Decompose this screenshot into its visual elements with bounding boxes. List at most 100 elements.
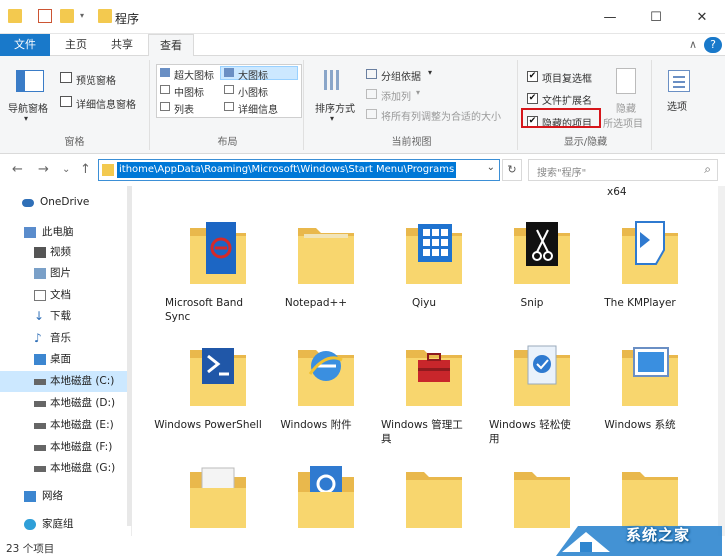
sidebar-scrollbar[interactable]: [127, 186, 132, 526]
medium-icons-option[interactable]: 中图标: [174, 84, 204, 99]
sort-by-button[interactable]: 排序方式: [315, 100, 355, 115]
extra-large-icons-icon: [160, 68, 170, 77]
address-bar[interactable]: ithome\AppData\Roaming\Microsoft\Windows…: [98, 159, 500, 181]
large-icons-icon: [224, 68, 234, 77]
sidebar-item-label: 视频: [50, 246, 71, 258]
folder-name: Windows 附件: [280, 419, 352, 431]
tab-share[interactable]: 共享: [102, 34, 142, 56]
hide-selected-items-button[interactable]: 隐藏: [616, 100, 636, 115]
item-checkboxes-checkbox[interactable]: ✔: [527, 71, 538, 82]
sidebar-item-label: 本地磁盘 (E:): [50, 419, 114, 431]
group-by-button[interactable]: 分组依据: [381, 68, 421, 83]
folder-item[interactable]: Microsoft Band Sync: [153, 198, 263, 323]
sort-by-dropdown-icon[interactable]: ▾: [330, 114, 334, 123]
group-show-hide: ✔ 项目复选框 ✔ 文件扩展名 ✔ 隐藏的项目 隐藏 所选项目 显示/隐藏: [520, 60, 652, 150]
content-scrollbar[interactable]: [718, 186, 725, 536]
add-columns-dropdown-icon[interactable]: ▾: [416, 88, 420, 97]
sidebar-item-pictures[interactable]: 图片: [0, 263, 128, 284]
watermark-text: 系统之家: [626, 526, 691, 544]
large-icons-option[interactable]: 大图标: [238, 67, 268, 82]
sidebar-item-label: 此电脑: [42, 226, 74, 238]
tab-home[interactable]: 主页: [56, 34, 96, 56]
tab-file[interactable]: 文件: [0, 34, 50, 56]
tab-view[interactable]: 查看: [148, 34, 194, 57]
group-panes: 导航窗格 ▾ 预览窗格 详细信息窗格 窗格: [0, 60, 150, 150]
sidebar-item-label: 下载: [50, 310, 71, 322]
sidebar-item-desktop[interactable]: 桌面: [0, 349, 128, 370]
folder-item[interactable]: [153, 442, 263, 536]
window-title: 程序: [115, 12, 140, 26]
customize-qa-dropdown-icon[interactable]: ▾: [80, 12, 88, 20]
navigation-pane-icon[interactable]: [16, 70, 44, 92]
file-extensions-label: 文件扩展名: [542, 96, 592, 107]
details-pane-button[interactable]: 详细信息窗格: [76, 96, 136, 111]
file-list: x64 Microsoft Band Sync Notepad++ Qiyu S…: [133, 186, 725, 536]
forward-arrow-icon[interactable]: →: [38, 162, 49, 177]
up-arrow-icon[interactable]: ↑: [80, 162, 91, 177]
recent-locations-dropdown-icon[interactable]: ⌄: [62, 164, 70, 175]
folder-item[interactable]: Notepad++: [261, 198, 371, 316]
search-placeholder: 搜索"程序": [537, 168, 587, 179]
fit-columns-button[interactable]: 将所有列调整为合适的大小: [381, 108, 501, 123]
collapse-ribbon-icon[interactable]: ∧: [684, 34, 702, 56]
folder-item[interactable]: Windows 管理工具: [369, 320, 479, 445]
details-option[interactable]: 详细信息: [238, 101, 278, 116]
file-extensions-checkbox[interactable]: ✔: [527, 93, 538, 104]
folder-icon: [298, 350, 354, 406]
search-icon[interactable]: ⌕: [704, 162, 711, 177]
folder-item[interactable]: Windows PowerShell: [153, 320, 263, 438]
properties-icon[interactable]: [38, 9, 52, 23]
preview-pane-button[interactable]: 预览窗格: [76, 72, 116, 87]
details-icon: [224, 102, 234, 111]
group-layout: 超大图标 大图标 中图标 小图标 列表 详细信息 布局: [152, 60, 304, 150]
help-icon[interactable]: ?: [704, 37, 722, 53]
back-arrow-icon[interactable]: ←: [12, 162, 23, 177]
folder-icon: [622, 221, 678, 284]
address-path-text[interactable]: ithome\AppData\Roaming\Microsoft\Windows…: [117, 162, 457, 178]
sidebar-item-label: 音乐: [50, 332, 71, 344]
folder-item[interactable]: Windows 轻松使用: [477, 320, 587, 445]
address-dropdown-icon[interactable]: ⌄: [487, 162, 495, 173]
address-folder-icon: [102, 164, 114, 176]
folder-item[interactable]: Windows 附件: [261, 320, 371, 438]
sidebar-item-drive-f[interactable]: 本地磁盘 (F:): [0, 437, 128, 458]
close-button[interactable]: ✕: [679, 0, 725, 34]
sidebar-item-drive-d[interactable]: 本地磁盘 (D:): [0, 393, 128, 414]
folder-icon: [406, 224, 462, 284]
folder-item[interactable]: Windows 系统: [585, 320, 695, 438]
sidebar-item-this-pc[interactable]: 此电脑: [0, 222, 128, 243]
folder-item[interactable]: Snip: [477, 198, 587, 316]
sidebar-item-drive-g[interactable]: 本地磁盘 (G:): [0, 458, 128, 479]
sidebar-item-onedrive[interactable]: OneDrive: [0, 192, 128, 213]
options-button[interactable]: 选项: [667, 98, 687, 113]
list-option[interactable]: 列表: [174, 101, 194, 116]
folder-icon: [190, 467, 246, 528]
sidebar-item-music[interactable]: ♪ 音乐: [0, 328, 128, 349]
search-input[interactable]: 搜索"程序" ⌕: [528, 159, 718, 181]
sidebar-item-drive-e[interactable]: 本地磁盘 (E:): [0, 415, 128, 436]
sidebar-item-videos[interactable]: 视频: [0, 242, 128, 263]
sidebar-item-label: 本地磁盘 (D:): [50, 397, 116, 409]
minimize-button[interactable]: —: [587, 0, 633, 34]
refresh-button[interactable]: ↻: [502, 159, 522, 181]
sidebar-item-network[interactable]: 网络: [0, 486, 128, 507]
folder-item[interactable]: [369, 442, 479, 536]
sidebar-item-drive-c[interactable]: 本地磁盘 (C:): [0, 371, 128, 392]
extra-large-icons-option[interactable]: 超大图标: [174, 67, 214, 82]
sidebar-item-downloads[interactable]: ↓ 下载: [0, 306, 128, 327]
folder-item[interactable]: [261, 442, 371, 536]
navigation-pane-button[interactable]: 导航窗格: [8, 100, 48, 115]
folder-item[interactable]: The KMPlayer: [585, 198, 695, 316]
folder-item[interactable]: Qiyu: [369, 198, 479, 316]
sidebar-item-label: 家庭组: [42, 518, 74, 530]
sidebar-item-documents[interactable]: 文档: [0, 285, 128, 306]
group-label-panes: 窗格: [64, 137, 85, 148]
add-columns-button[interactable]: 添加列: [381, 88, 411, 103]
new-folder-icon[interactable]: [60, 9, 74, 23]
maximize-button[interactable]: ☐: [633, 0, 679, 34]
sidebar-item-homegroup[interactable]: 家庭组: [0, 514, 128, 535]
navigation-pane-dropdown-icon[interactable]: ▾: [24, 114, 28, 123]
group-label-layout: 布局: [217, 137, 238, 148]
group-by-dropdown-icon[interactable]: ▾: [428, 68, 432, 77]
small-icons-option[interactable]: 小图标: [238, 84, 268, 99]
